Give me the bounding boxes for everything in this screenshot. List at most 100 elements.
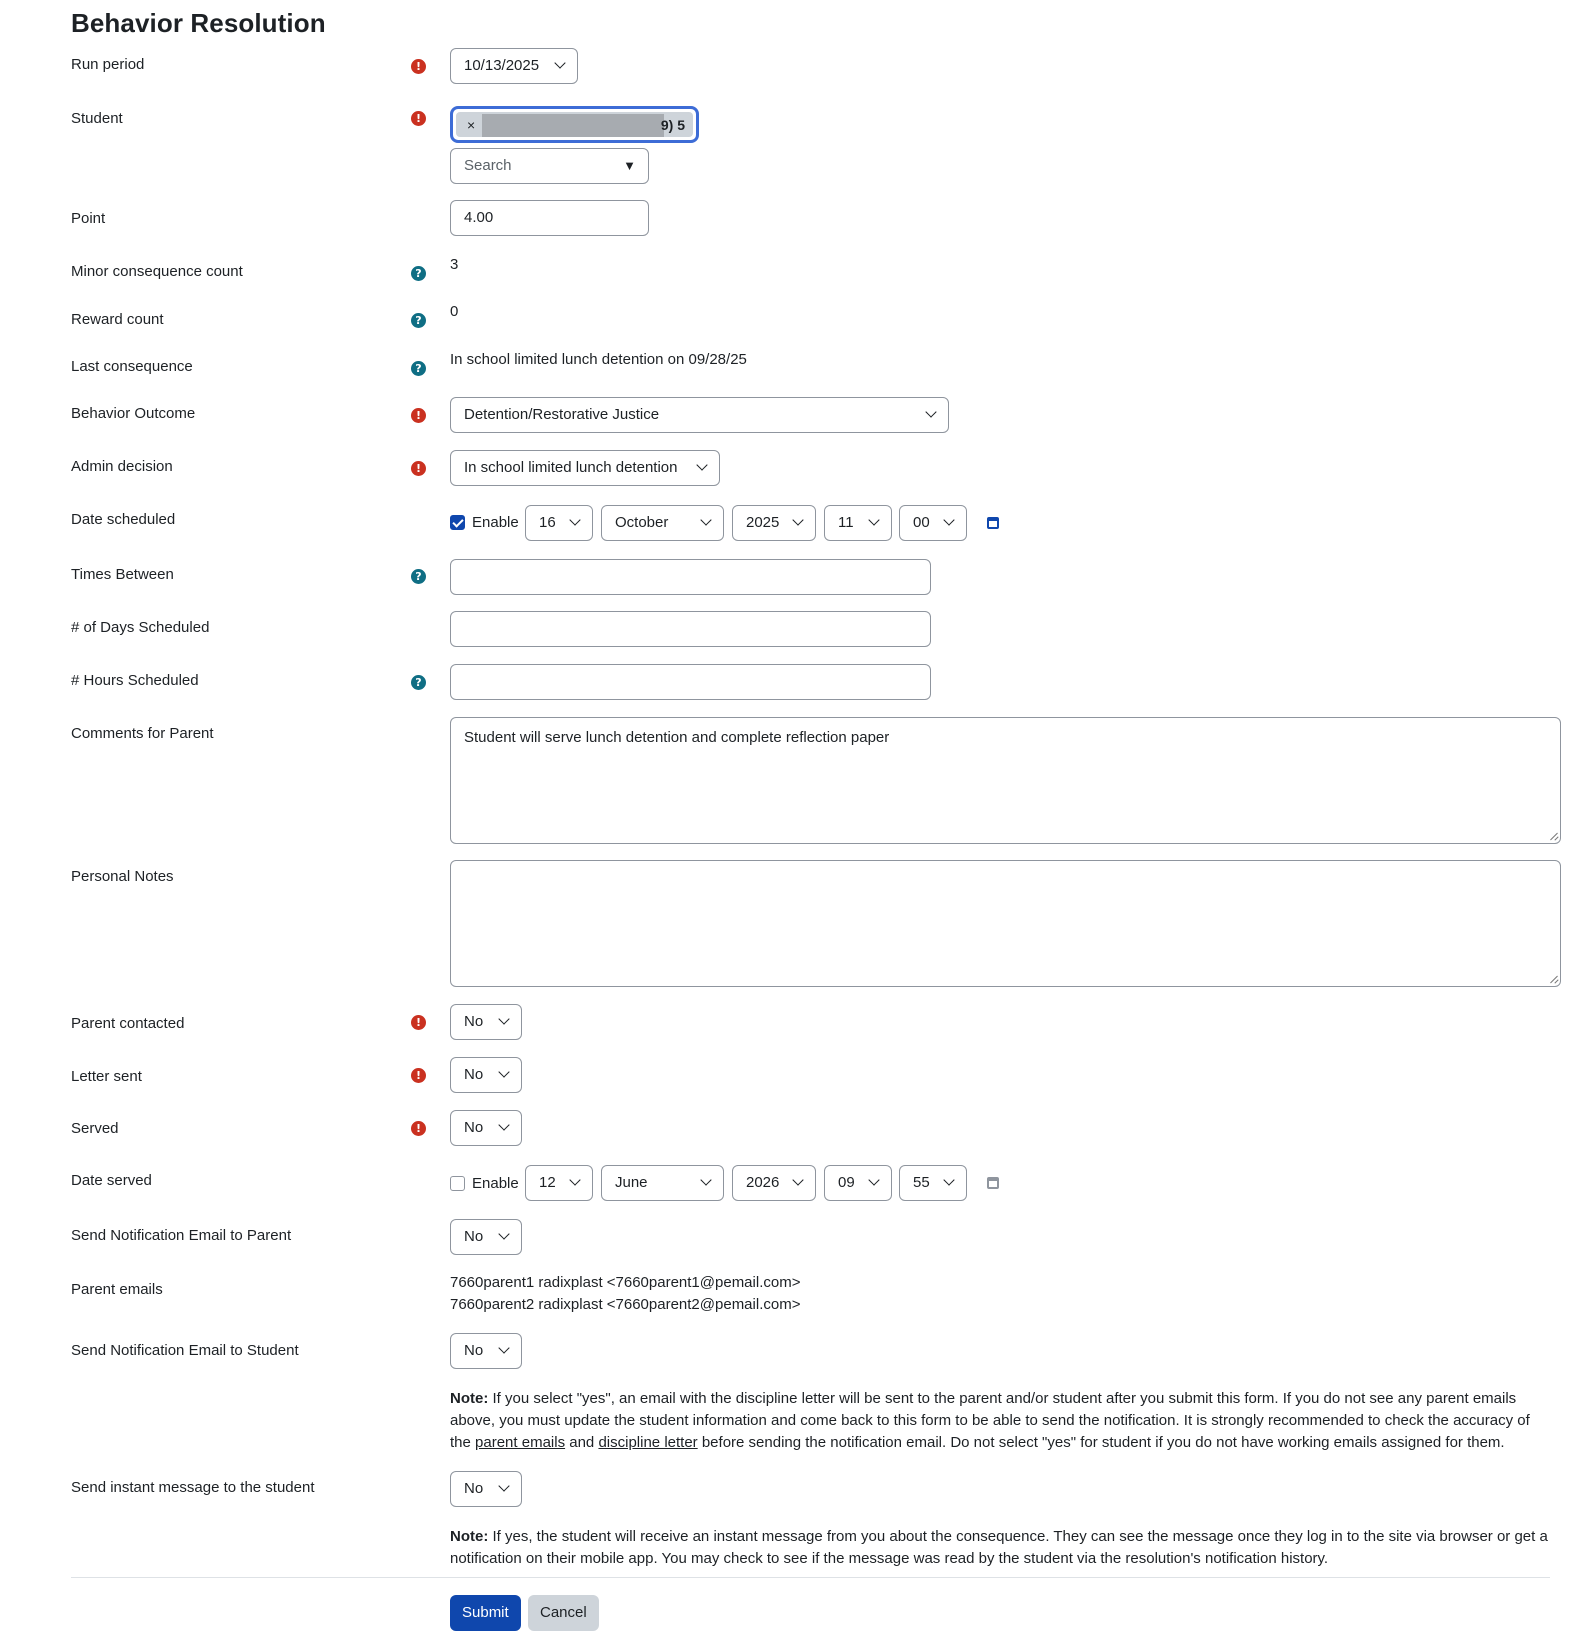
instant-message-label: Send instant message to the student [71,1479,315,1496]
chevron-down-icon [569,514,581,526]
date-scheduled-label: Date scheduled [71,511,176,528]
required-icon: ! [411,1068,426,1083]
date-scheduled-day-select[interactable]: 16 [525,505,593,541]
notify-student-label: Send Notification Email to Student [71,1342,299,1359]
resize-grip-icon[interactable] [1548,831,1558,841]
student-search-input[interactable]: Search ▼ [450,148,649,184]
notification-note: Note: If you select "yes", an email with… [450,1388,1550,1454]
redacted-student-name [482,114,664,137]
letter-sent-select[interactable]: No [450,1057,522,1093]
date-served-minute-select[interactable]: 55 [899,1165,967,1201]
note-text: before sending the notification email. D… [697,1434,1505,1451]
chevron-down-icon [498,1119,510,1131]
help-icon[interactable]: ? [411,313,426,328]
date-served-year-value: 2026 [746,1174,780,1191]
comments-parent-textarea[interactable]: Student will serve lunch detention and c… [450,717,1561,844]
date-served-month-value: June [615,1174,648,1191]
date-scheduled-month-select[interactable]: October [601,505,724,541]
required-icon: ! [411,1121,426,1136]
minor-count-label: Minor consequence count [71,263,243,280]
reward-count-value: 0 [450,303,459,320]
admin-decision-label: Admin decision [71,458,173,475]
date-served-day-select[interactable]: 12 [525,1165,593,1201]
point-label: Point [71,210,106,227]
date-scheduled-enable-checkbox[interactable] [450,515,465,530]
date-scheduled-year-value: 2025 [746,514,780,531]
submit-button[interactable]: Submit [450,1595,521,1631]
required-icon: ! [411,111,426,126]
calendar-icon[interactable] [987,1177,999,1189]
form-divider [71,1577,1550,1578]
served-value: No [464,1119,484,1136]
required-icon: ! [411,461,426,476]
calendar-icon[interactable] [987,517,999,529]
resize-grip-icon[interactable] [1548,974,1558,984]
date-scheduled-minute-value: 00 [913,514,930,531]
date-served-hour-select[interactable]: 09 [824,1165,892,1201]
remove-tag-icon[interactable]: × [467,117,475,133]
chevron-down-icon [498,1228,510,1240]
student-tag: × 9) 5 [456,112,693,137]
hours-scheduled-input[interactable] [450,664,931,700]
run-period-select[interactable]: 10/13/2025 [450,48,578,84]
run-period-label: Run period [71,56,145,73]
behavior-outcome-select[interactable]: Detention/Restorative Justice [450,397,949,433]
date-scheduled-minute-select[interactable]: 00 [899,505,967,541]
date-served-label: Date served [71,1172,152,1189]
times-between-input[interactable] [450,559,931,595]
cancel-button[interactable]: Cancel [528,1595,599,1631]
parent-contacted-label: Parent contacted [71,1015,185,1032]
days-scheduled-input[interactable] [450,611,931,647]
parent-email-line: 7660parent1 radixplast <7660parent1@pema… [450,1274,801,1291]
instant-message-value: No [464,1480,484,1497]
note-bold: Note: [450,1528,489,1545]
last-consequence-value: In school limited lunch detention on 09/… [450,351,747,368]
date-scheduled-hour-value: 11 [838,514,854,531]
help-icon[interactable]: ? [411,569,426,584]
date-served-hour-value: 09 [838,1174,855,1191]
date-served-month-select[interactable]: June [601,1165,724,1201]
help-icon[interactable]: ? [411,361,426,376]
served-select[interactable]: No [450,1110,522,1146]
personal-notes-textarea[interactable] [450,860,1561,987]
chevron-down-icon [498,1013,510,1025]
parent-emails-link[interactable]: parent emails [475,1434,565,1451]
chevron-down-icon [792,514,804,526]
discipline-letter-link[interactable]: discipline letter [598,1434,697,1451]
date-scheduled-year-select[interactable]: 2025 [732,505,816,541]
date-served-enable-checkbox[interactable] [450,1176,465,1191]
notify-student-value: No [464,1342,484,1359]
hours-scheduled-label: # Hours Scheduled [71,672,199,689]
note-bold: Note: [450,1390,489,1407]
chevron-down-icon [868,1174,880,1186]
chevron-down-icon [498,1342,510,1354]
required-icon: ! [411,59,426,74]
behavior-outcome-label: Behavior Outcome [71,405,196,422]
instant-message-select[interactable]: No [450,1471,522,1507]
date-served-year-select[interactable]: 2026 [732,1165,816,1201]
parent-contacted-select[interactable]: No [450,1004,522,1040]
search-placeholder: Search [464,157,512,174]
help-icon[interactable]: ? [411,266,426,281]
notify-student-select[interactable]: No [450,1333,522,1369]
chevron-down-icon [498,1066,510,1078]
comments-parent-value: Student will serve lunch detention and c… [464,729,890,746]
date-scheduled-month-value: October [615,514,669,531]
behavior-outcome-value: Detention/Restorative Justice [464,406,660,423]
reward-count-label: Reward count [71,311,164,328]
student-selected-box[interactable]: × 9) 5 [450,106,699,143]
page-title: Behavior Resolution [71,8,326,38]
date-scheduled-hour-select[interactable]: 11 [824,505,892,541]
personal-notes-label: Personal Notes [71,868,174,885]
notify-parent-select[interactable]: No [450,1219,522,1255]
point-input[interactable]: 4.00 [450,200,649,236]
required-icon: ! [411,408,426,423]
student-tag-suffix: 9) 5 [660,117,685,133]
help-icon[interactable]: ? [411,675,426,690]
parent-email-line: 7660parent2 radixplast <7660parent2@pema… [450,1296,801,1313]
letter-sent-value: No [464,1066,484,1083]
chevron-down-icon [696,459,708,471]
admin-decision-select[interactable]: In school limited lunch detention [450,450,720,486]
chevron-down-icon [943,1174,955,1186]
chevron-down-icon [700,514,712,526]
